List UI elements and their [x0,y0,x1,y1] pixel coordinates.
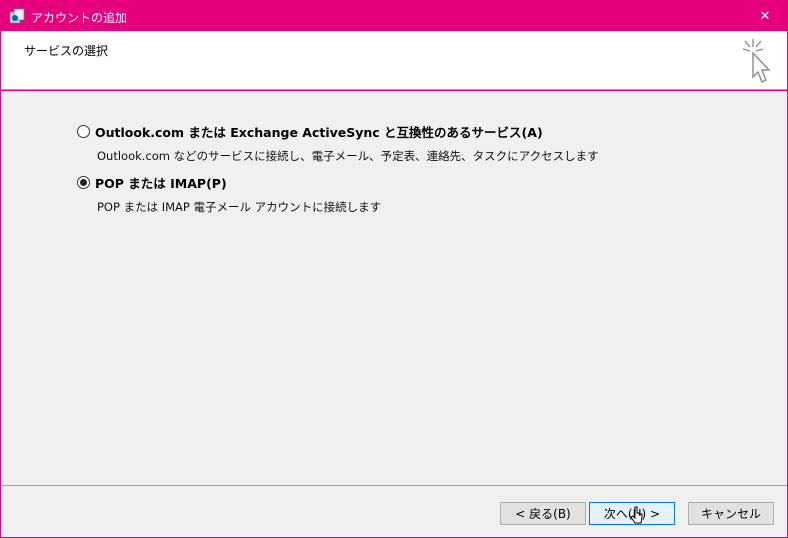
window-title: アカウントの追加 [31,11,128,25]
radio-pop-imap-row[interactable]: POP または IMAP(P) [77,173,381,192]
cancel-button[interactable]: キャンセル [688,502,774,525]
page-title: サービスの選択 [24,44,109,58]
back-button[interactable]: < 戻る(B) [500,502,586,525]
option-pop-imap-description: POP または IMAP 電子メール アカウントに接続します [97,200,382,214]
click-cursor-icon [742,39,771,83]
outlook-app-icon [9,8,25,24]
content-area: Outlook.com または Exchange ActiveSync と互換性… [1,91,787,485]
radio-pop-imap[interactable] [77,176,90,189]
radio-outlook-exchange-row[interactable]: Outlook.com または Exchange ActiveSync と互換性… [77,122,599,141]
next-button[interactable]: 次へ(N) > [589,502,675,525]
option-outlook-exchange-description: Outlook.com などのサービスに接続し、電子メール、予定表、連絡先、タス… [97,149,599,163]
close-button[interactable]: ✕ [743,1,787,31]
button-bar: < 戻る(B) 次へ(N) > キャンセル [1,486,787,537]
title-bar: アカウントの追加 ✕ [1,1,787,31]
option-outlook-exchange: Outlook.com または Exchange ActiveSync と互換性… [77,122,599,164]
wizard-header: サービスの選択 [1,31,787,90]
option-pop-imap: POP または IMAP(P) POP または IMAP 電子メール アカウント… [77,173,381,215]
radio-outlook-exchange[interactable] [77,125,90,138]
add-account-dialog: アカウントの追加 ✕ サービスの選択 Outlook.com または Excha… [0,0,788,538]
option-pop-imap-label[interactable]: POP または IMAP(P) [95,173,227,192]
close-icon: ✕ [759,8,771,24]
option-outlook-exchange-label[interactable]: Outlook.com または Exchange ActiveSync と互換性… [95,122,543,141]
